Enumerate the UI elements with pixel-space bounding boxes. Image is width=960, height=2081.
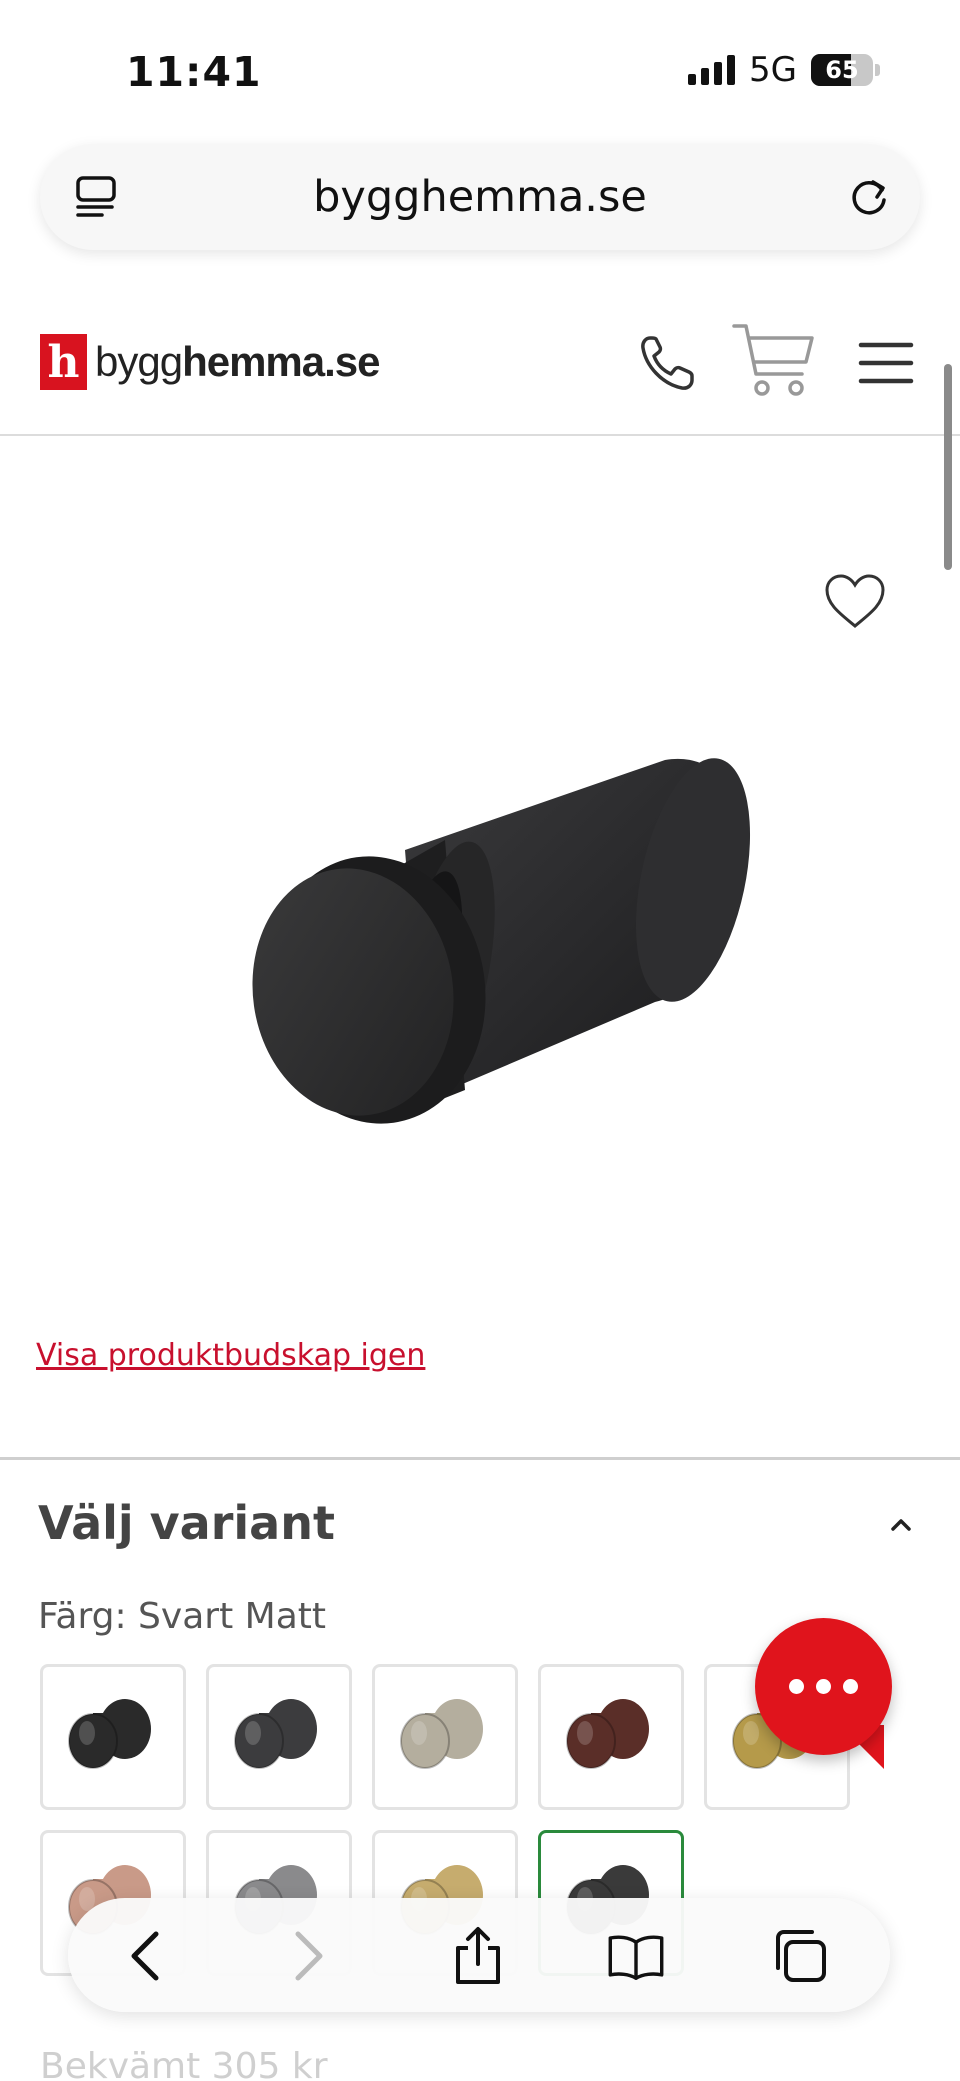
logo-text-bold: hemma bbox=[182, 338, 325, 385]
bookmarks-icon[interactable] bbox=[606, 1926, 666, 1986]
network-type: 5G bbox=[749, 50, 797, 90]
phone-icon[interactable] bbox=[636, 332, 698, 394]
tabs-icon[interactable] bbox=[770, 1926, 830, 1986]
site-logo[interactable]: h bygghemma.se bbox=[40, 334, 381, 390]
status-indicators: 5G 65 bbox=[688, 50, 880, 90]
swatch-hook-image bbox=[566, 1699, 649, 1769]
swatch-hook-image bbox=[68, 1699, 151, 1769]
reload-icon[interactable] bbox=[844, 172, 894, 222]
status-bar: 11:41 5G 65 bbox=[0, 0, 960, 140]
logo-text: bygghemma.se bbox=[95, 338, 381, 386]
chat-dots bbox=[789, 1679, 858, 1694]
chevron-up-icon[interactable] bbox=[888, 1512, 914, 1538]
swatch-hook-image bbox=[400, 1699, 483, 1769]
swatch-hook-image bbox=[234, 1699, 317, 1769]
show-product-message-link[interactable]: Visa produktbudskap igen bbox=[36, 1338, 425, 1373]
back-icon[interactable] bbox=[118, 1926, 178, 1986]
variant-swatch[interactable] bbox=[206, 1664, 352, 1810]
heart-icon[interactable] bbox=[822, 572, 888, 632]
chat-more-icon[interactable] bbox=[755, 1618, 892, 1755]
variant-heading[interactable]: Välj variant bbox=[38, 1496, 335, 1550]
battery-percent: 65 bbox=[825, 56, 859, 84]
address-bar[interactable]: bygghemma.se bbox=[40, 144, 920, 250]
variant-swatch[interactable] bbox=[40, 1664, 186, 1810]
cart-icon[interactable] bbox=[732, 322, 816, 400]
signal-icon bbox=[688, 55, 736, 85]
logo-text-suffix: .se bbox=[324, 338, 380, 385]
battery-tip bbox=[875, 64, 880, 76]
forward-icon[interactable] bbox=[276, 1926, 336, 1986]
section-divider bbox=[0, 1457, 960, 1460]
color-label: Färg: Svart Matt bbox=[38, 1596, 326, 1637]
browser-toolbar bbox=[68, 1898, 890, 2012]
url-text[interactable]: bygghemma.se bbox=[40, 172, 920, 222]
logo-mark: h bbox=[40, 334, 87, 390]
battery-icon: 65 bbox=[811, 54, 873, 86]
variant-swatch[interactable] bbox=[538, 1664, 684, 1810]
logo-text-regular: bygg bbox=[95, 338, 183, 385]
page-scrollbar[interactable] bbox=[944, 364, 952, 570]
status-time: 11:41 bbox=[126, 48, 262, 96]
menu-icon[interactable] bbox=[858, 340, 914, 386]
faded-price-text: Bekvämt 305 kr bbox=[40, 2046, 328, 2081]
product-image[interactable] bbox=[225, 730, 785, 1170]
variant-swatch[interactable] bbox=[372, 1664, 518, 1810]
share-icon[interactable] bbox=[448, 1926, 508, 1986]
